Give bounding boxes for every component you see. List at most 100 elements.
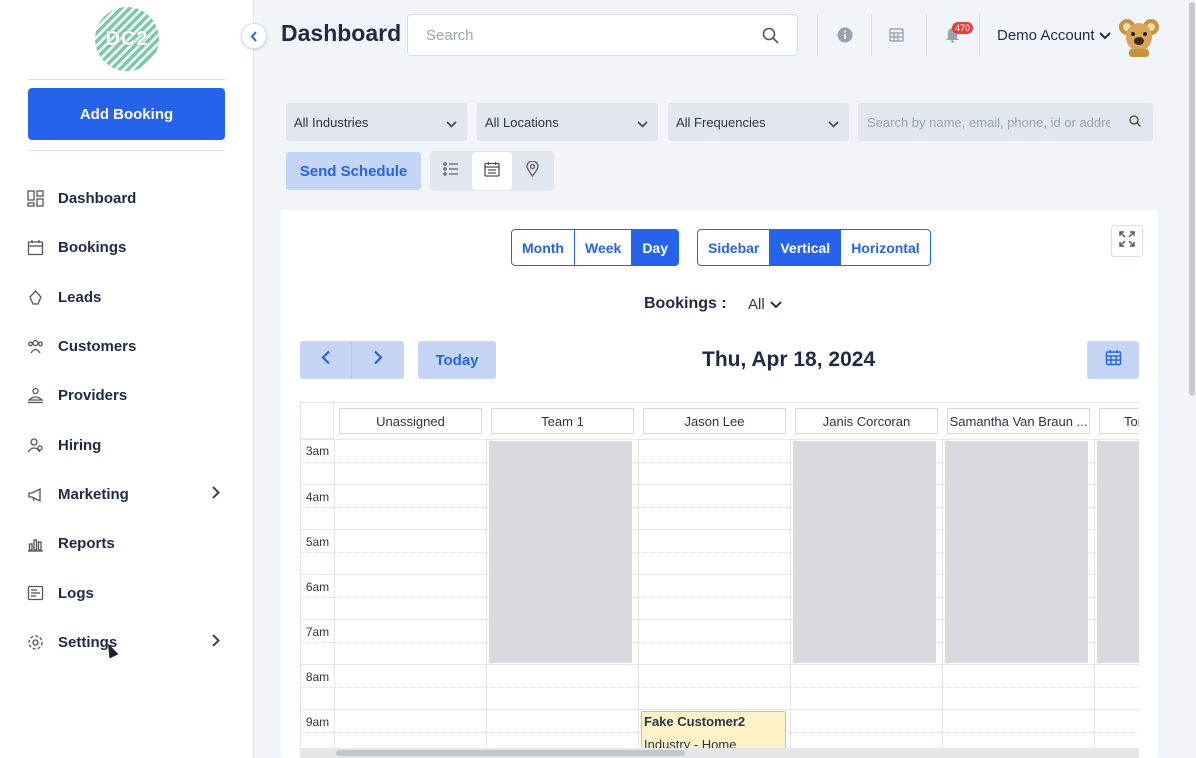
layout-tabs: Sidebar Vertical Horizontal <box>697 229 931 266</box>
sidebar-item-label: Marketing <box>58 485 129 503</box>
divider <box>28 79 225 80</box>
sidebar-item-leads[interactable]: Leads <box>0 273 254 322</box>
sidebar-item-bookings[interactable]: Bookings <box>0 223 254 272</box>
tab-month[interactable]: Month <box>512 230 575 265</box>
column-header-tom[interactable]: Tom <box>1099 408 1139 434</box>
hour-line <box>301 664 1139 665</box>
scrollbar-thumb[interactable] <box>1189 2 1195 396</box>
horizontal-scrollbar[interactable] <box>300 748 1139 758</box>
date-picker-button[interactable] <box>1087 341 1139 379</box>
frequencies-select[interactable]: All Frequencies <box>668 103 849 141</box>
industries-value: All Industries <box>294 114 369 130</box>
today-button[interactable]: Today <box>418 341 496 379</box>
industries-select[interactable]: All Industries <box>286 103 467 141</box>
current-date: Thu, Apr 18, 2024 <box>702 348 876 371</box>
chevron-down-icon <box>828 116 839 131</box>
calendar-icon <box>27 239 44 256</box>
previous-day-button[interactable] <box>300 341 352 379</box>
search-input[interactable]: Search <box>407 14 798 56</box>
half-hour-line <box>301 687 1139 688</box>
expand-icon <box>1119 230 1135 252</box>
frequencies-value: All Frequencies <box>676 114 766 130</box>
range-tabs: Month Week Day <box>511 229 679 266</box>
tab-horizontal[interactable]: Horizontal <box>841 230 929 265</box>
list-icon <box>443 161 459 181</box>
sidebar-item-label: Logs <box>58 584 94 602</box>
chevron-right-icon[interactable] <box>212 634 220 651</box>
column-divider <box>790 439 791 757</box>
calendar-view-button[interactable] <box>472 152 512 190</box>
locations-select[interactable]: All Locations <box>477 103 658 141</box>
column-header-jason-lee[interactable]: Jason Lee <box>643 408 786 434</box>
notification-badge: 470 <box>952 22 974 34</box>
sidebar-item-settings[interactable]: Settings <box>0 618 254 667</box>
send-schedule-button[interactable]: Send Schedule <box>286 152 421 190</box>
bookings-filter-select[interactable]: All <box>748 296 782 313</box>
column-header-janis-corcoran[interactable]: Janis Corcoran <box>795 408 938 434</box>
sidebar-item-label: Customers <box>58 338 137 356</box>
chevron-left-icon <box>320 350 331 370</box>
column-header-team-1[interactable]: Team 1 <box>491 408 634 434</box>
event-title: Fake Customer2 <box>644 714 746 729</box>
column-divider <box>486 439 487 757</box>
column-divider <box>1094 439 1095 757</box>
search-icon[interactable] <box>762 27 779 48</box>
search-icon[interactable] <box>1129 115 1142 130</box>
column-header-samantha-van-braun[interactable]: Samantha Van Braun ... <box>947 408 1090 434</box>
account-name: Demo Account <box>997 27 1095 44</box>
calendar-icon <box>1105 349 1122 371</box>
chevron-down-icon <box>446 116 457 131</box>
vertical-scrollbar[interactable] <box>1188 0 1196 758</box>
map-pin-icon <box>525 159 539 182</box>
unavailable-block <box>489 441 632 663</box>
column-header-unassigned[interactable]: Unassigned <box>339 408 482 434</box>
unavailable-block <box>945 441 1088 663</box>
grid-corner <box>301 403 334 439</box>
time-label: 4am <box>305 490 330 504</box>
providers-icon <box>27 387 44 404</box>
scrollbar-thumb[interactable] <box>336 750 685 756</box>
leads-icon <box>27 289 44 306</box>
time-label: 7am <box>305 625 330 639</box>
logo-text: DC2 <box>105 27 149 50</box>
chevron-down-icon <box>769 296 782 313</box>
tab-sidebar[interactable]: Sidebar <box>698 230 771 265</box>
sidebar-item-providers[interactable]: Providers <box>0 371 254 420</box>
add-booking-button[interactable]: Add Booking <box>28 88 225 140</box>
search-placeholder: Search <box>426 26 474 44</box>
sidebar-item-dashboard[interactable]: Dashboard <box>0 174 254 223</box>
sidebar-item-marketing[interactable]: Marketing <box>0 470 254 519</box>
avatar[interactable] <box>1118 15 1160 57</box>
chevron-right-icon[interactable] <box>212 486 220 503</box>
sidebar-item-label: Dashboard <box>58 190 137 208</box>
fullscreen-button[interactable] <box>1111 225 1143 257</box>
sidebar-item-customers[interactable]: Customers <box>0 322 254 371</box>
sidebar-item-logs[interactable]: Logs <box>0 568 254 617</box>
company-logo[interactable]: DC2 <box>95 7 159 71</box>
account-menu[interactable]: Demo Account <box>997 27 1111 44</box>
hour-line <box>301 709 1139 710</box>
sidebar-item-label: Leads <box>58 288 102 306</box>
customer-search-input[interactable]: Search by name, email, phone, id or addr… <box>858 103 1153 141</box>
collapse-sidebar-button[interactable] <box>241 23 267 49</box>
sidebar-item-hiring[interactable]: Hiring <box>0 420 254 469</box>
info-icon[interactable] <box>836 26 854 44</box>
bookings-label: Bookings : <box>644 295 727 312</box>
logs-icon <box>27 585 44 602</box>
tab-vertical[interactable]: Vertical <box>770 230 842 265</box>
locations-value: All Locations <box>485 114 559 130</box>
next-day-button[interactable] <box>352 341 404 379</box>
hiring-icon <box>27 437 44 454</box>
map-view-button[interactable] <box>512 152 552 190</box>
list-view-button[interactable] <box>431 152 471 190</box>
column-divider <box>334 439 335 757</box>
calendar-grid-icon[interactable] <box>888 26 906 44</box>
time-label: 6am <box>305 580 330 594</box>
unavailable-block <box>793 441 936 663</box>
tab-week[interactable]: Week <box>575 230 633 265</box>
view-switcher <box>430 151 554 191</box>
sidebar-item-reports[interactable]: Reports <box>0 519 254 568</box>
time-label: 8am <box>305 670 330 684</box>
dashboard-icon <box>27 190 44 207</box>
tab-day[interactable]: Day <box>632 230 678 265</box>
